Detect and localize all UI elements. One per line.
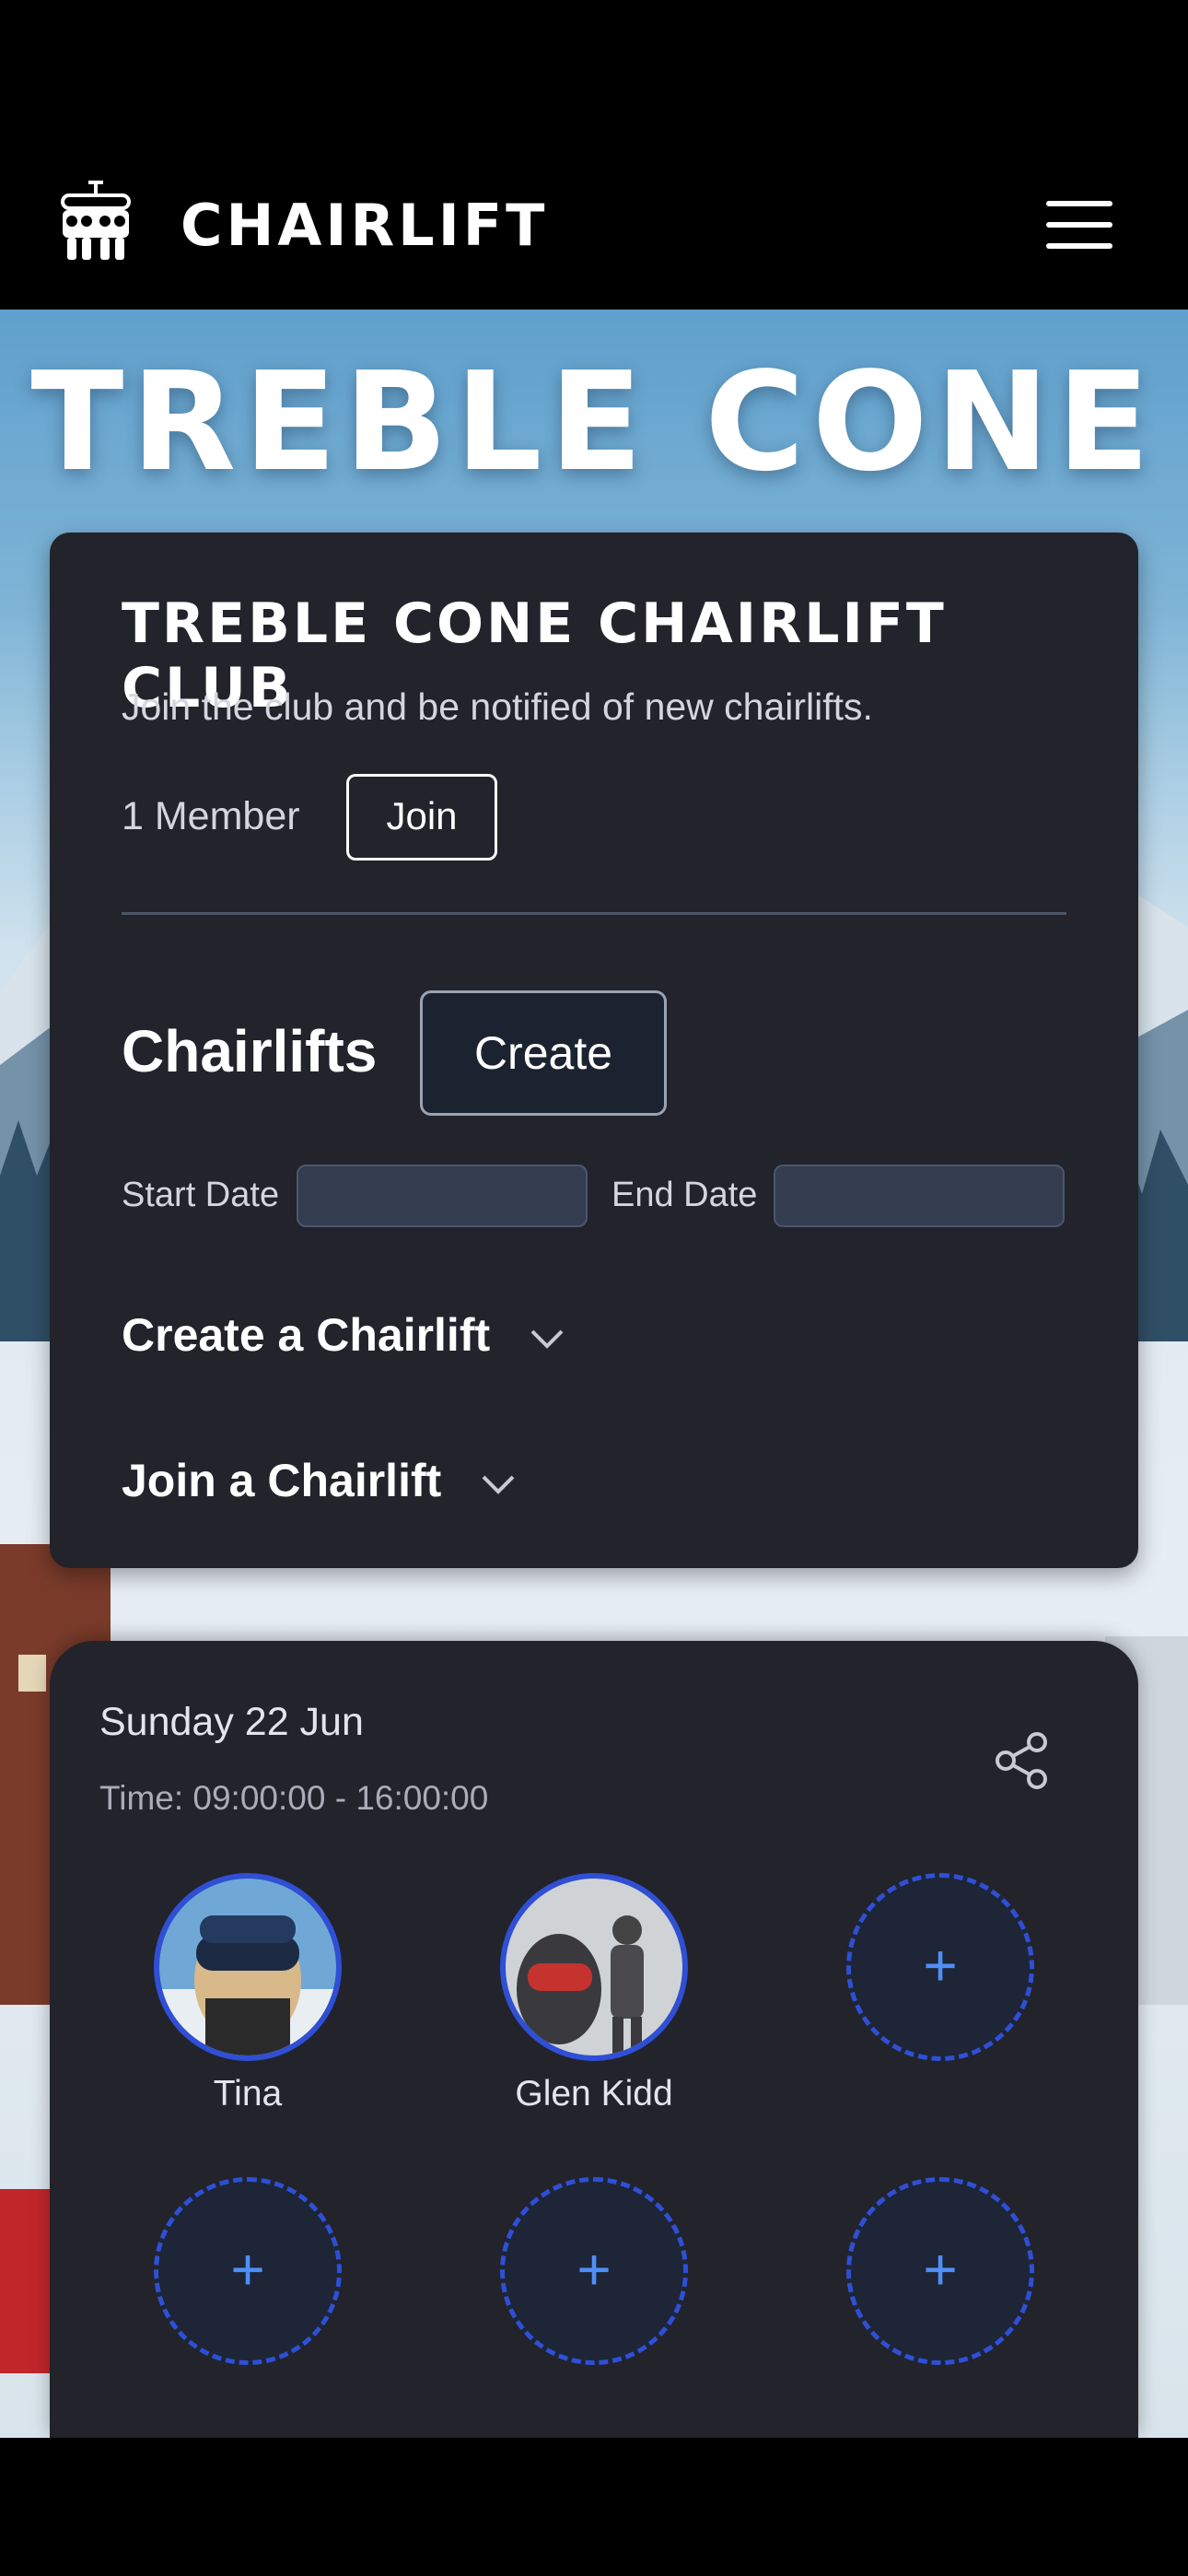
brand-name[interactable]: CHAIRLIFT — [181, 192, 548, 259]
hamburger-menu-icon[interactable] — [1046, 201, 1112, 249]
member-count: 1 Member — [122, 794, 300, 838]
start-date-input[interactable] — [297, 1165, 588, 1227]
chairlifts-heading: Chairlifts — [122, 1018, 378, 1084]
resort-title: TREBLE CONE — [30, 343, 1158, 501]
top-nav: CHAIRLIFT — [0, 138, 1188, 310]
chairlift-logo-icon[interactable] — [57, 181, 134, 263]
club-description: Join the club and be notified of new cha… — [122, 685, 873, 728]
empty-slot[interactable]: + — [151, 2177, 344, 2365]
avatar[interactable] — [154, 1873, 342, 2061]
create-chairlift-accordion[interactable]: Create a Chairlift — [122, 1308, 565, 1362]
add-participant-button[interactable]: + — [154, 2177, 342, 2365]
avatar-photo — [159, 1879, 336, 2055]
add-participant-button[interactable]: + — [846, 2177, 1034, 2365]
club-card: TREBLE CONE CHAIRLIFT CLUB Join the club… — [50, 533, 1138, 1568]
create-chairlift-label: Create a Chairlift — [122, 1309, 491, 1361]
add-participant-button[interactable]: + — [500, 2177, 688, 2365]
join-button[interactable]: Join — [346, 774, 497, 861]
chevron-down-icon — [482, 1475, 515, 1494]
participant-slot[interactable]: Tina — [151, 1873, 344, 2114]
empty-slot[interactable]: + — [844, 2177, 1037, 2365]
chairlift-date: Sunday 22 Jun — [99, 1700, 364, 1744]
add-participant-button[interactable]: + — [846, 1873, 1034, 2061]
status-bar — [0, 0, 1188, 138]
end-date-label: End Date — [611, 1176, 758, 1214]
participant-name: Glen Kidd — [515, 2074, 673, 2113]
participant-name: Tina — [213, 2074, 283, 2113]
empty-slot[interactable]: + — [844, 1873, 1037, 2061]
bottom-bar — [0, 2438, 1188, 2576]
end-date-input[interactable] — [774, 1165, 1065, 1227]
share-icon[interactable] — [993, 1731, 1052, 1790]
start-date-label: Start Date — [122, 1176, 280, 1214]
participant-slot[interactable]: Glen Kidd — [497, 1873, 691, 2114]
avatar-photo — [506, 1879, 682, 2055]
avatar[interactable] — [500, 1873, 688, 2061]
chevron-down-icon — [530, 1329, 564, 1349]
empty-slot[interactable]: + — [497, 2177, 691, 2365]
divider — [122, 912, 1066, 915]
chairlift-day-card: Sunday 22 Jun Time: 09:00:00 - 16:00:00 … — [50, 1641, 1138, 2438]
chairlift-time: Time: 09:00:00 - 16:00:00 — [99, 1779, 489, 1817]
join-chairlift-label: Join a Chairlift — [122, 1455, 442, 1506]
join-chairlift-accordion[interactable]: Join a Chairlift — [122, 1454, 517, 1507]
create-button[interactable]: Create — [420, 990, 667, 1116]
